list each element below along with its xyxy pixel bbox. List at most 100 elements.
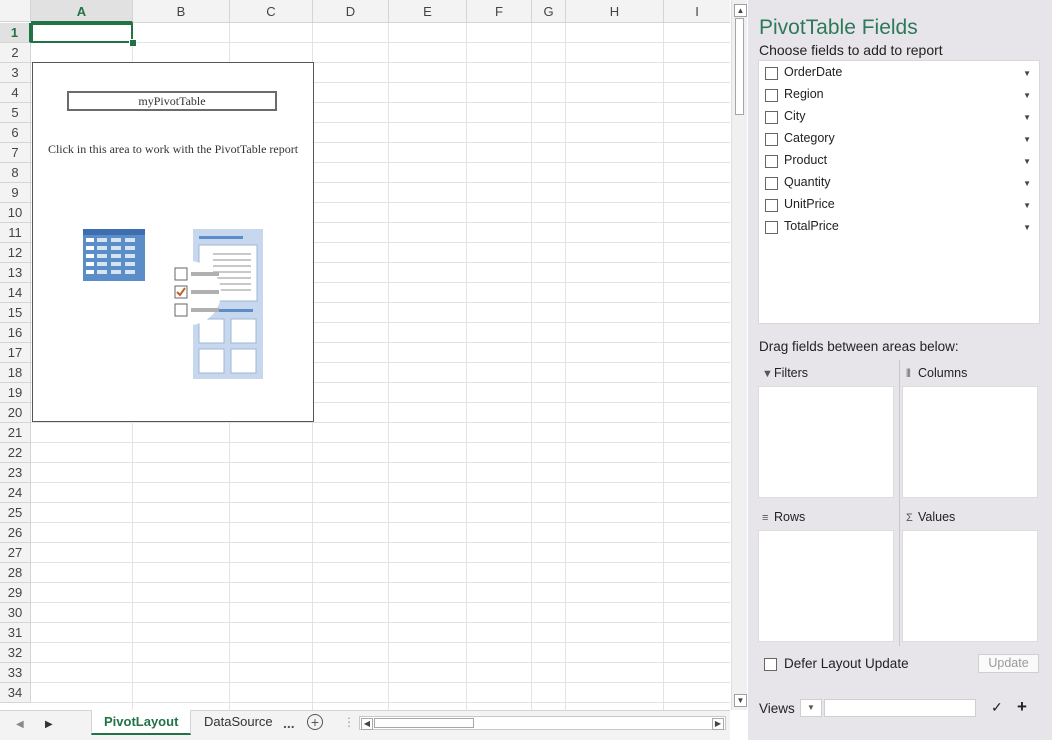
row-header[interactable]: 4 xyxy=(0,83,31,103)
select-all-corner[interactable] xyxy=(0,0,31,22)
horizontal-scroll-thumb[interactable] xyxy=(374,718,474,728)
row-header[interactable]: 5 xyxy=(0,103,31,123)
defer-layout-checkbox[interactable] xyxy=(764,658,777,671)
field-checkbox[interactable] xyxy=(765,133,778,146)
field-dropdown-icon[interactable]: ▼ xyxy=(1023,113,1031,122)
field-checkbox[interactable] xyxy=(765,111,778,124)
row-header[interactable]: 20 xyxy=(0,403,31,423)
values-area[interactable]: Σ Values xyxy=(902,504,1040,644)
row-header[interactable]: 3 xyxy=(0,63,31,83)
field-list[interactable]: OrderDate ▼ Region ▼ City ▼ Category ▼ Product ▼ Q… xyxy=(758,60,1040,324)
pivot-placeholder[interactable]: myPivotTable Click in this area to work … xyxy=(32,62,314,422)
columns-area[interactable]: ⦀ Columns xyxy=(902,360,1040,500)
column-header[interactable]: F xyxy=(467,0,532,23)
field-dropdown-icon[interactable]: ▼ xyxy=(1023,201,1031,210)
row-header[interactable]: 31 xyxy=(0,623,31,643)
horizontal-scrollbar[interactable]: ◀ ▶ xyxy=(359,716,726,730)
field-item[interactable]: Product ▼ xyxy=(759,151,1039,173)
column-header[interactable]: B xyxy=(133,0,230,23)
filters-area[interactable]: ▼Filters xyxy=(758,360,896,500)
field-dropdown-icon[interactable]: ▼ xyxy=(1023,157,1031,166)
column-header[interactable]: A xyxy=(31,0,133,23)
scroll-down-arrow[interactable]: ▼ xyxy=(734,694,747,707)
field-checkbox[interactable] xyxy=(765,199,778,212)
row-header[interactable]: 21 xyxy=(0,423,31,443)
next-sheet-icon[interactable]: ▶ xyxy=(45,719,53,730)
row-header[interactable]: 1 xyxy=(0,23,31,43)
field-item[interactable]: Category ▼ xyxy=(759,129,1039,151)
row-header[interactable]: 11 xyxy=(0,223,31,243)
row-header[interactable]: 14 xyxy=(0,283,31,303)
rows-dropzone[interactable] xyxy=(758,530,894,642)
checkmark-icon[interactable]: ✓ xyxy=(991,699,1003,716)
row-header[interactable]: 2 xyxy=(0,43,31,63)
column-header[interactable]: E xyxy=(389,0,467,23)
vertical-scroll-thumb[interactable] xyxy=(735,18,744,115)
column-header[interactable]: H xyxy=(566,0,664,23)
row-header[interactable]: 33 xyxy=(0,663,31,683)
tab-pivotlayout[interactable]: PivotLayout xyxy=(91,710,192,735)
field-checkbox[interactable] xyxy=(765,177,778,190)
add-sheet-button[interactable]: + xyxy=(307,714,323,730)
field-checkbox[interactable] xyxy=(765,67,778,80)
columns-dropzone[interactable] xyxy=(902,386,1038,498)
prev-sheet-icon[interactable]: ◀ xyxy=(16,719,24,730)
vertical-scrollbar[interactable]: ▲ ▼ xyxy=(731,0,747,710)
rows-area[interactable]: ≡ Rows xyxy=(758,504,896,644)
row-header[interactable]: 23 xyxy=(0,463,31,483)
views-dropdown-button[interactable]: ▼ xyxy=(800,699,822,717)
field-dropdown-icon[interactable]: ▼ xyxy=(1023,135,1031,144)
views-name-input[interactable] xyxy=(824,699,976,717)
row-header[interactable]: 18 xyxy=(0,363,31,383)
active-cell[interactable] xyxy=(31,23,133,43)
row-header[interactable]: 26 xyxy=(0,523,31,543)
row-header[interactable]: 17 xyxy=(0,343,31,363)
row-header[interactable]: 13 xyxy=(0,263,31,283)
more-sheets-button[interactable]: ... xyxy=(283,715,295,731)
tab-datasource[interactable]: DataSource xyxy=(192,710,285,735)
filters-dropzone[interactable] xyxy=(758,386,894,498)
field-dropdown-icon[interactable]: ▼ xyxy=(1023,69,1031,78)
column-header[interactable]: D xyxy=(313,0,389,23)
field-item[interactable]: OrderDate ▼ xyxy=(759,63,1039,85)
scroll-right-arrow[interactable]: ▶ xyxy=(712,718,724,730)
field-item[interactable]: Region ▼ xyxy=(759,85,1039,107)
row-header[interactable]: 24 xyxy=(0,483,31,503)
row-header[interactable]: 22 xyxy=(0,443,31,463)
row-header[interactable]: 32 xyxy=(0,643,31,663)
field-checkbox[interactable] xyxy=(765,89,778,102)
tab-split-handle[interactable]: ⋮ xyxy=(343,715,355,729)
scroll-left-arrow[interactable]: ◀ xyxy=(361,718,373,730)
field-dropdown-icon[interactable]: ▼ xyxy=(1023,223,1031,232)
row-header[interactable]: 25 xyxy=(0,503,31,523)
row-header[interactable]: 12 xyxy=(0,243,31,263)
row-header[interactable]: 15 xyxy=(0,303,31,323)
row-header[interactable]: 16 xyxy=(0,323,31,343)
field-checkbox[interactable] xyxy=(765,155,778,168)
column-header[interactable]: G xyxy=(532,0,566,23)
scroll-up-arrow[interactable]: ▲ xyxy=(734,4,747,17)
field-item[interactable]: City ▼ xyxy=(759,107,1039,129)
field-dropdown-icon[interactable]: ▼ xyxy=(1023,91,1031,100)
row-header[interactable]: 27 xyxy=(0,543,31,563)
values-dropzone[interactable] xyxy=(902,530,1038,642)
field-item[interactable]: TotalPrice ▼ xyxy=(759,217,1039,239)
fill-handle[interactable] xyxy=(129,39,137,47)
row-header[interactable]: 34 xyxy=(0,683,31,703)
row-header[interactable]: 9 xyxy=(0,183,31,203)
spreadsheet-grid[interactable]: ABCDEFGHI 1 2 3 4 5 6 7 8 9 10 11 12 13 14 15 16 17 18 19 2… xyxy=(0,0,730,710)
field-item[interactable]: Quantity ▼ xyxy=(759,173,1039,195)
row-header[interactable]: 28 xyxy=(0,563,31,583)
row-header[interactable]: 10 xyxy=(0,203,31,223)
row-header[interactable]: 6 xyxy=(0,123,31,143)
column-header[interactable]: I xyxy=(664,0,730,23)
field-checkbox[interactable] xyxy=(765,221,778,234)
row-header[interactable]: 29 xyxy=(0,583,31,603)
column-header[interactable]: C xyxy=(230,0,313,23)
row-header[interactable]: 30 xyxy=(0,603,31,623)
field-item[interactable]: UnitPrice ▼ xyxy=(759,195,1039,217)
update-button[interactable]: Update xyxy=(978,654,1039,673)
row-header[interactable]: 8 xyxy=(0,163,31,183)
row-header[interactable]: 19 xyxy=(0,383,31,403)
row-header[interactable]: 7 xyxy=(0,143,31,163)
